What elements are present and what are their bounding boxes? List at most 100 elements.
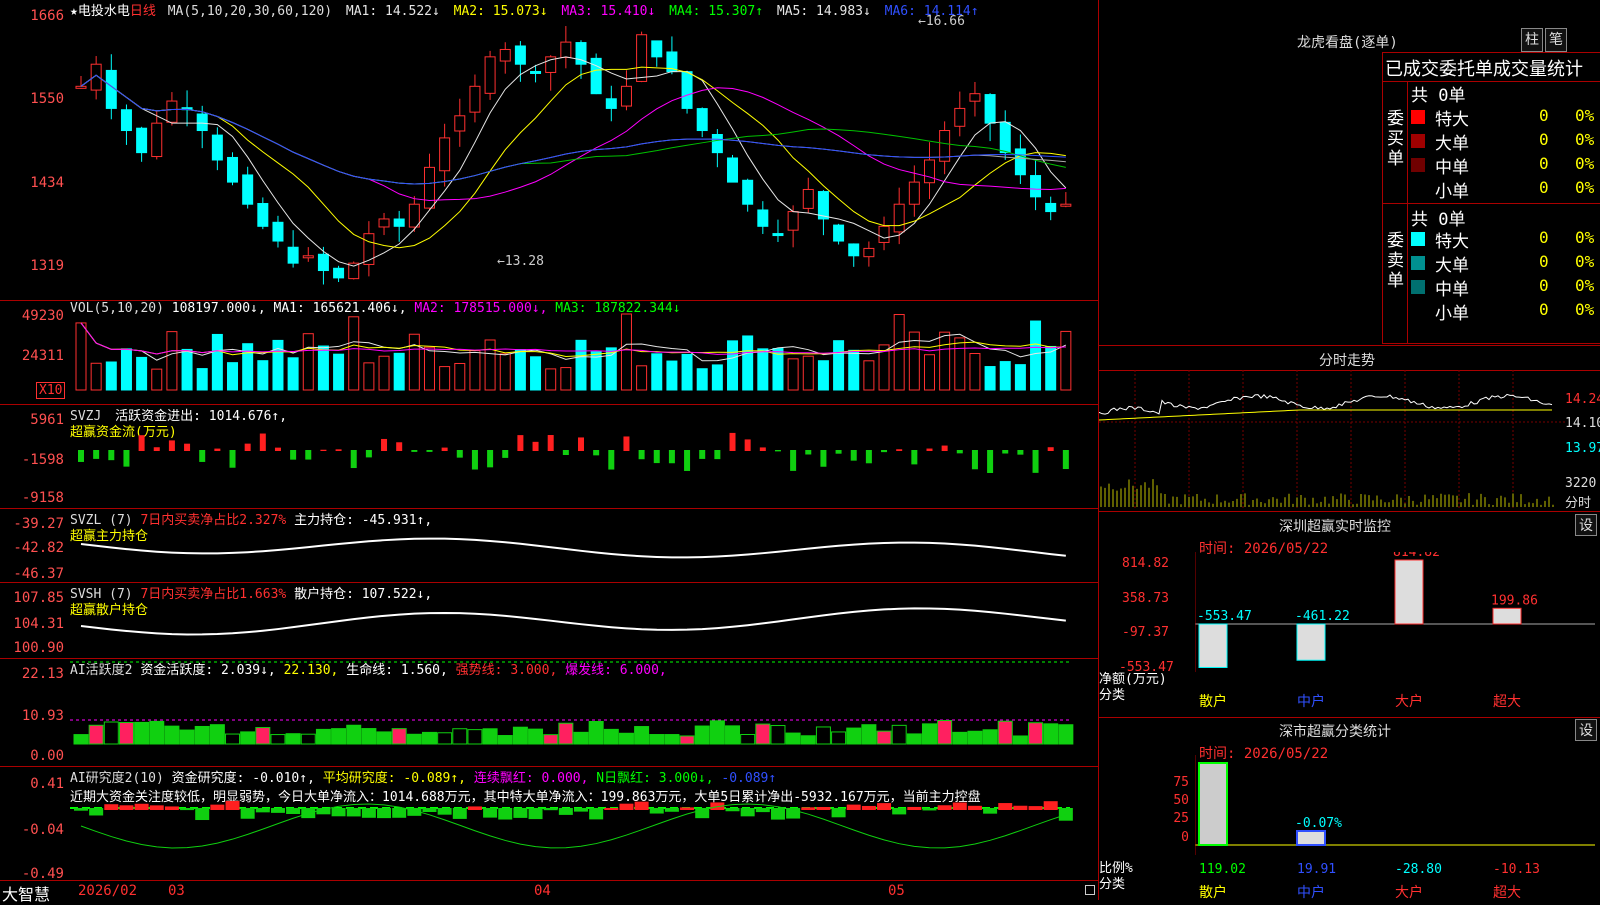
- class-bar-chart[interactable]: -0.07% 119.02 散户 19.91 中户 -28.80 大户 -10.13 超大: [1195, 755, 1595, 900]
- svzl-panel[interactable]: SVZL (7) 7日内买卖净占比2.327% 主力持仓: -45.931↑, …: [0, 508, 1098, 583]
- activity-bar: [118, 722, 134, 745]
- class-tick: 75: [1173, 775, 1189, 790]
- research-bar: [255, 808, 270, 813]
- price-panel[interactable]: ★电投水电日线 MA(5,10,20,30,60,120) MA1: 14.52…: [0, 0, 1098, 301]
- flow-bar: [93, 450, 100, 459]
- activity-bar: [270, 734, 286, 745]
- volume-bar: [954, 337, 966, 391]
- flow-bar: [335, 449, 342, 451]
- lock-icon[interactable]: [1085, 885, 1095, 895]
- research-bar: [149, 805, 164, 810]
- svzj-tick: 5961: [30, 412, 64, 428]
- brand-logo: 大智慧: [2, 885, 51, 904]
- activity-bar: [134, 721, 150, 745]
- candle-body: [787, 211, 799, 231]
- flow-bar: [684, 450, 691, 471]
- candle-body: [1030, 175, 1042, 198]
- research-bar: [467, 806, 482, 810]
- research-bar: [922, 808, 937, 811]
- sz-monitor-panel[interactable]: 深圳超赢实时监控 设 时间: 2026/05/22 814.82 358.73 …: [1099, 512, 1600, 718]
- activity-bar: [846, 727, 862, 745]
- buy-row-pct: 0%: [1575, 106, 1595, 125]
- class-settings-button[interactable]: 设: [1575, 719, 1597, 741]
- flow-bar: [487, 450, 494, 468]
- flow-bar: [517, 435, 524, 451]
- volume-bar: [469, 350, 481, 391]
- svsh-tick: 104.31: [13, 616, 64, 632]
- svzl-chart[interactable]: [70, 508, 1098, 582]
- volume-bar: [848, 349, 860, 391]
- research-bar: [1043, 801, 1058, 810]
- monitor-bar-chart[interactable]: -553.47 散户 -461.22 中户 814.82 大户 199.86 超大: [1195, 552, 1595, 712]
- research-bar: [680, 807, 695, 810]
- volume-bar: [787, 358, 799, 391]
- activity-bar: [558, 722, 574, 745]
- candle-body: [439, 137, 451, 172]
- buy-row-name: 小单: [1435, 182, 1469, 202]
- ai-activity-chart[interactable]: [70, 658, 1098, 766]
- activity-bar: [497, 735, 513, 745]
- activity-bar: [649, 734, 665, 745]
- monitor-value: 199.86: [1491, 593, 1538, 608]
- svzj-panel[interactable]: SVZJ 活跃资金进出: 1014.676↑, 超赢资金流(万元) 5961 -…: [0, 404, 1098, 509]
- ai-activity-panel[interactable]: AI活跃度2 资金活跃度: 2.039↓, 22.130, 生命线: 1.560…: [0, 658, 1098, 767]
- volume-bar: [620, 313, 632, 391]
- candlestick-chart[interactable]: [70, 0, 1098, 300]
- monitor-settings-button[interactable]: 设: [1575, 514, 1597, 536]
- research-bar: [770, 808, 785, 820]
- research-bar: [452, 808, 467, 819]
- volume-bar: [939, 331, 951, 391]
- price-tick: 1666: [30, 8, 64, 24]
- flow-bar: [987, 450, 994, 473]
- ai-research-panel[interactable]: AI研究度2(10) 资金研究度: -0.010↑, 平均研究度: -0.089…: [0, 766, 1098, 882]
- buy-color-swatch: [1411, 158, 1425, 172]
- svzj-chart[interactable]: [70, 404, 1098, 508]
- ai-research-chart[interactable]: [70, 766, 1098, 880]
- research-bar: [892, 808, 907, 815]
- date-label: 2026/02: [78, 883, 138, 899]
- flow-bar: [699, 450, 706, 459]
- flow-bar: [1047, 447, 1054, 451]
- bar-mode-button[interactable]: 柱: [1521, 28, 1543, 52]
- order-stats-title: 龙虎看盘(逐单): [1297, 35, 1398, 51]
- research-bar: [346, 808, 361, 817]
- volume-chart[interactable]: [70, 300, 1098, 404]
- monitor-value: -553.47: [1197, 609, 1252, 624]
- intraday-avg-line: [1099, 409, 1552, 421]
- flow-bar: [108, 450, 115, 461]
- vol-tick: 24311: [21, 348, 64, 364]
- holding-line: [80, 607, 1066, 636]
- flow-bar: [623, 436, 630, 451]
- activity-bar: [452, 728, 468, 745]
- volume-bar: [151, 368, 163, 391]
- tick-mode-button[interactable]: 笔: [1545, 28, 1567, 52]
- activity-bar: [512, 726, 528, 745]
- sell-color-swatch: [1411, 232, 1425, 246]
- intraday-panel[interactable]: 分时走势 14.24 14.10 13.97 3220 分时: [1099, 345, 1600, 512]
- candle-body: [469, 85, 481, 113]
- svsh-chart[interactable]: [70, 582, 1098, 658]
- flow-bar: [805, 450, 812, 455]
- activity-bar: [1012, 735, 1028, 745]
- candle-body: [227, 156, 239, 183]
- candle-body: [802, 188, 814, 209]
- volume-bar: [893, 314, 905, 391]
- ai2-tick: 0.41: [30, 776, 64, 792]
- activity-bar: [603, 728, 619, 745]
- intraday-chart[interactable]: [1099, 370, 1565, 510]
- candle-body: [75, 85, 87, 89]
- volume-bar: [1030, 320, 1042, 391]
- volume-bar: [393, 352, 405, 391]
- activity-bar: [1028, 722, 1044, 745]
- svsh-tick: 107.85: [13, 590, 64, 606]
- volume-panel[interactable]: VOL(5,10,20) 108197.000↓, MA1: 165621.40…: [0, 300, 1098, 405]
- sz-class-panel[interactable]: 深市超赢分类统计 设 时间: 2026/05/22 75 50 25 0 比例%…: [1099, 719, 1600, 900]
- kline-chart-area[interactable]: ★电投水电日线 MA(5,10,20,30,60,120) MA1: 14.52…: [0, 0, 1099, 904]
- activity-bar: [921, 723, 937, 745]
- sell-row-pct: 0%: [1575, 300, 1595, 319]
- volume-bar: [636, 365, 648, 391]
- sell-orders-label: 委卖单: [1387, 231, 1404, 291]
- flow-bar: [396, 442, 403, 451]
- svsh-panel[interactable]: SVSH (7) 7日内买卖净占比1.663% 散户持仓: 107.522↓, …: [0, 582, 1098, 659]
- activity-bar: [740, 733, 756, 745]
